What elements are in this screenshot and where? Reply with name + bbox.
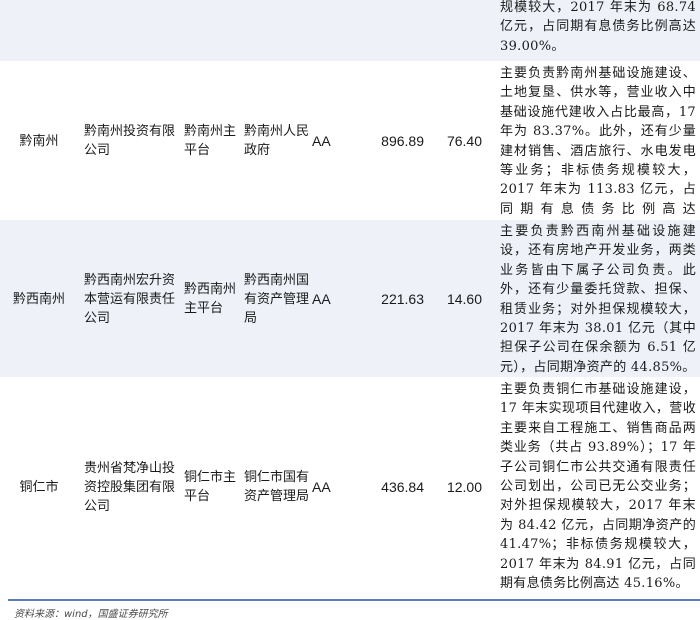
controller-cell	[238, 0, 312, 62]
description-cell: 规模较大，2017 年末为 68.74 亿元，占同期有息债务比例高达39.00%…	[494, 0, 700, 62]
table-row: 规模较大，2017 年末为 68.74 亿元，占同期有息债务比例高达39.00%…	[0, 0, 700, 62]
table-row: 铜仁市 贵州省梵净山投资控股集团有限公司 铜仁市主平台 铜仁市国有资产管理局 A…	[0, 378, 700, 596]
table-row: 黔南州 黔南州投资有限公司 黔南州主平台 黔南州人民政府 AA 896.89 7…	[0, 62, 700, 236]
description-text: 主要负责黔西南州基础设施建设，还有房地产开发业务，两类业务皆由下属子公司负责。此…	[500, 224, 696, 375]
data-table: 规模较大，2017 年末为 68.74 亿元，占同期有息债务比例高达39.00%…	[0, 0, 700, 596]
interest-debt-cell: 14.60	[446, 290, 482, 307]
platform-cell	[178, 0, 238, 62]
table-row: 黔西南州 黔西南州宏升资本营运有限责任公司 黔西南州主平台 黔西南州国有资产管理…	[0, 220, 700, 378]
company-cell	[78, 0, 178, 62]
platform-cell: 黔南州主平台	[184, 124, 237, 158]
interest-debt-cell	[434, 0, 494, 62]
region-cell: 铜仁市	[19, 479, 59, 495]
company-cell: 黔西南州宏升资本营运有限责任公司	[84, 272, 176, 326]
rating-cell	[312, 0, 352, 62]
controller-cell: 黔南州人民政府	[244, 124, 310, 158]
interest-debt-cell: 76.40	[446, 132, 482, 149]
company-cell: 贵州省梵净山投资控股集团有限公司	[84, 460, 176, 514]
company-cell: 黔南州投资有限公司	[84, 124, 176, 158]
region-cell: 黔南州	[19, 133, 59, 149]
description-cell: 主要负责黔西南州基础设施建设，还有房地产开发业务，两类业务皆由下属子公司负责。此…	[494, 220, 700, 378]
rating-cell: AA	[312, 132, 331, 149]
controller-cell: 黔西南州国有资产管理局	[244, 272, 310, 326]
source-note: 资料来源：wind，国盛证券研究所	[14, 609, 168, 620]
interest-debt-cell: 12.00	[446, 478, 482, 495]
description-text: 主要负责黔南州基础设施建设、土地复垦、供水等，营业收入中基础设施代建收入占比最高…	[500, 66, 696, 236]
region-cell	[0, 0, 78, 62]
description-cell: 主要负责铜仁市基础设施建设，17 年末实现项目代建收入，营收主要来自工程施工、销…	[494, 378, 700, 596]
total-assets-cell	[352, 0, 434, 62]
controller-cell: 铜仁市国有资产管理局	[244, 470, 310, 504]
total-assets-cell: 221.63	[381, 290, 424, 307]
rating-cell: AA	[312, 478, 331, 495]
description-cell: 主要负责黔南州基础设施建设、土地复垦、供水等，营业收入中基础设施代建收入占比最高…	[494, 62, 700, 236]
platform-cell: 黔西南州主平台	[184, 282, 237, 316]
region-cell: 黔西南州	[12, 291, 65, 307]
rating-cell: AA	[312, 290, 331, 307]
table-bottom-rule	[8, 599, 700, 601]
platform-cell: 铜仁市主平台	[184, 470, 237, 504]
description-text: 规模较大，2017 年末为 68.74 亿元，占同期有息债务比例高达39.00%…	[500, 0, 696, 54]
description-text: 主要负责铜仁市基础设施建设，17 年末实现项目代建收入，营收主要来自工程施工、销…	[500, 382, 696, 592]
total-assets-cell: 896.89	[381, 132, 424, 149]
total-assets-cell: 436.84	[381, 478, 424, 495]
